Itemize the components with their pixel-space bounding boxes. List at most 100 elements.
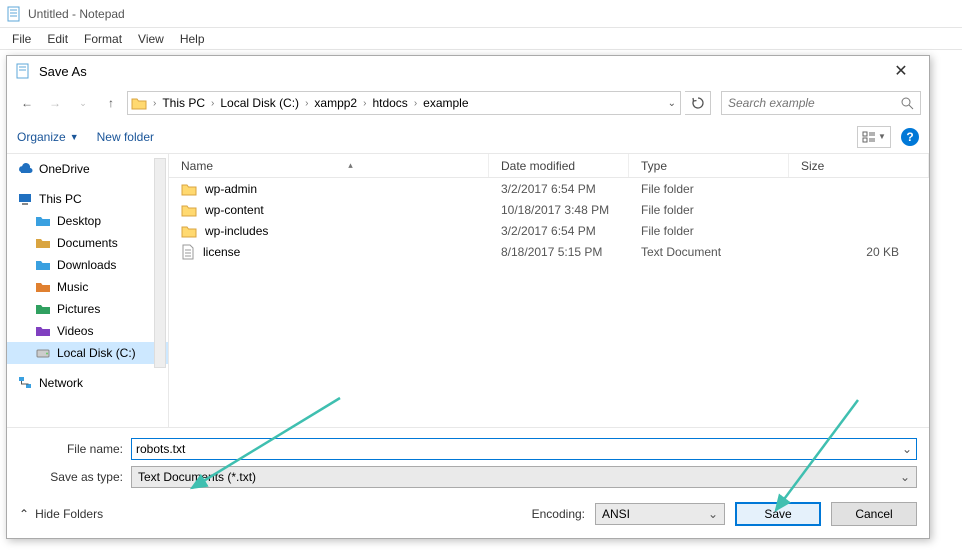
hide-folders-button[interactable]: ⌃ Hide Folders xyxy=(19,507,103,521)
chevron-down-icon[interactable]: ⌄ xyxy=(902,442,912,456)
filename-field[interactable]: ⌄ xyxy=(131,438,917,460)
chevron-up-icon: ⌃ xyxy=(19,507,29,521)
scrollbar[interactable] xyxy=(154,158,166,368)
sidebar-item-label: Local Disk (C:) xyxy=(57,346,136,360)
nav-row: ← → ⌄ ↑ › This PC › Local Disk (C:) › xa… xyxy=(7,86,929,120)
chevron-right-icon[interactable]: › xyxy=(411,98,420,109)
sidebar-item-label: Downloads xyxy=(57,258,116,272)
file-name: wp-admin xyxy=(205,182,257,196)
file-type: File folder xyxy=(629,182,789,196)
refresh-button[interactable] xyxy=(685,91,711,115)
list-view-icon xyxy=(862,131,876,143)
sidebar-item[interactable]: This PC xyxy=(7,188,168,210)
menu-help[interactable]: Help xyxy=(172,30,213,48)
chevron-right-icon[interactable]: › xyxy=(302,98,311,109)
breadcrumb-part[interactable]: This PC xyxy=(159,96,208,110)
sidebar-item[interactable]: Local Disk (C:) xyxy=(7,342,168,364)
column-name[interactable]: Name▴ xyxy=(169,154,489,177)
menu-edit[interactable]: Edit xyxy=(39,30,76,48)
breadcrumb-part[interactable]: htdocs xyxy=(369,96,410,110)
sidebar-item[interactable]: Network xyxy=(7,372,168,394)
notepad-title: Untitled - Notepad xyxy=(28,7,125,21)
toolbar: Organize ▼ New folder ▼ ? xyxy=(7,120,929,154)
file-date: 3/2/2017 6:54 PM xyxy=(489,224,629,238)
sidebar-item[interactable]: Desktop xyxy=(7,210,168,232)
notepad-icon xyxy=(15,63,31,79)
column-headers: Name▴ Date modified Type Size xyxy=(169,154,929,178)
filename-input[interactable] xyxy=(136,442,902,456)
chevron-down-icon: ▼ xyxy=(70,132,79,142)
file-row[interactable]: wp-includes3/2/2017 6:54 PMFile folder xyxy=(169,220,929,241)
new-folder-button[interactable]: New folder xyxy=(97,130,154,144)
notepad-titlebar: Untitled - Notepad xyxy=(0,0,962,28)
file-type: Text Document xyxy=(629,245,789,259)
menu-format[interactable]: Format xyxy=(76,30,130,48)
column-type[interactable]: Type xyxy=(629,154,789,177)
file-pane: Name▴ Date modified Type Size wp-admin 3/… xyxy=(169,154,929,427)
sidebar-item-label: Documents xyxy=(57,236,118,250)
up-button[interactable]: ↑ xyxy=(99,91,123,115)
file-date: 3/2/2017 6:54 PM xyxy=(489,182,629,196)
sidebar-item[interactable]: Pictures xyxy=(7,298,168,320)
breadcrumb[interactable]: › This PC › Local Disk (C:) › xampp2 › h… xyxy=(127,91,681,115)
folder-icon xyxy=(181,224,197,238)
file-icon xyxy=(181,244,195,260)
folder-icon xyxy=(181,182,197,196)
file-row[interactable]: wp-admin 3/2/2017 6:54 PMFile folder xyxy=(169,178,929,199)
file-date: 10/18/2017 3:48 PM xyxy=(489,203,629,217)
file-date: 8/18/2017 5:15 PM xyxy=(489,245,629,259)
recent-dropdown[interactable]: ⌄ xyxy=(71,91,95,115)
view-options-button[interactable]: ▼ xyxy=(857,126,891,148)
notepad-icon xyxy=(6,6,22,22)
file-row[interactable]: wp-content10/18/2017 3:48 PMFile folder xyxy=(169,199,929,220)
save-as-dialog: Save As ✕ ← → ⌄ ↑ › This PC › Local Disk… xyxy=(6,55,930,539)
saveastype-label: Save as type: xyxy=(19,470,131,484)
dialog-title: Save As xyxy=(39,64,881,79)
sidebar-item[interactable]: Videos xyxy=(7,320,168,342)
sidebar-item[interactable]: Documents xyxy=(7,232,168,254)
back-button[interactable]: ← xyxy=(15,91,39,115)
menu-file[interactable]: File xyxy=(4,30,39,48)
column-date[interactable]: Date modified xyxy=(489,154,629,177)
chevron-right-icon[interactable]: › xyxy=(208,98,217,109)
sidebar-item-label: Network xyxy=(39,376,83,390)
notepad-menubar: File Edit Format View Help xyxy=(0,28,962,50)
breadcrumb-part[interactable]: Local Disk (C:) xyxy=(217,96,302,110)
column-size[interactable]: Size xyxy=(789,154,929,177)
file-row[interactable]: license 8/18/2017 5:15 PMText Document20 … xyxy=(169,241,929,262)
folder-icon xyxy=(128,96,150,110)
dialog-titlebar: Save As ✕ xyxy=(7,56,929,86)
save-button[interactable]: Save xyxy=(735,502,821,526)
sidebar-item-label: Videos xyxy=(57,324,93,338)
encoding-combo[interactable]: ANSI ⌄ xyxy=(595,503,725,525)
saveastype-combo[interactable]: Text Documents (*.txt) ⌄ xyxy=(131,466,917,488)
sidebar-item[interactable]: Downloads xyxy=(7,254,168,276)
help-button[interactable]: ? xyxy=(901,128,919,146)
filename-label: File name: xyxy=(19,442,131,456)
sort-asc-icon: ▴ xyxy=(348,160,353,171)
cancel-button[interactable]: Cancel xyxy=(831,502,917,526)
sidebar: OneDrive This PC Desktop Documents Downloads… xyxy=(7,154,169,427)
sidebar-item-label: OneDrive xyxy=(39,162,90,176)
sidebar-item[interactable]: OneDrive xyxy=(7,158,168,180)
chevron-down-icon[interactable]: ⌄ xyxy=(668,98,676,109)
search-input[interactable] xyxy=(728,96,900,110)
chevron-down-icon: ⌄ xyxy=(708,507,718,521)
breadcrumb-part[interactable]: xampp2 xyxy=(311,96,360,110)
chevron-right-icon[interactable]: › xyxy=(360,98,369,109)
file-size: 20 KB xyxy=(789,245,929,259)
chevron-down-icon: ⌄ xyxy=(900,470,910,484)
sidebar-item[interactable]: Music xyxy=(7,276,168,298)
chevron-right-icon[interactable]: › xyxy=(150,98,159,109)
sidebar-item-label: Music xyxy=(57,280,88,294)
close-button[interactable]: ✕ xyxy=(881,61,921,81)
chevron-down-icon: ▼ xyxy=(878,132,886,141)
menu-view[interactable]: View xyxy=(130,30,172,48)
sidebar-item-label: Pictures xyxy=(57,302,100,316)
search-box[interactable] xyxy=(721,91,921,115)
organize-button[interactable]: Organize ▼ xyxy=(17,130,79,144)
file-name: license xyxy=(203,245,240,259)
sidebar-item-label: This PC xyxy=(39,192,82,206)
breadcrumb-part[interactable]: example xyxy=(420,96,471,110)
forward-button[interactable]: → xyxy=(43,91,67,115)
